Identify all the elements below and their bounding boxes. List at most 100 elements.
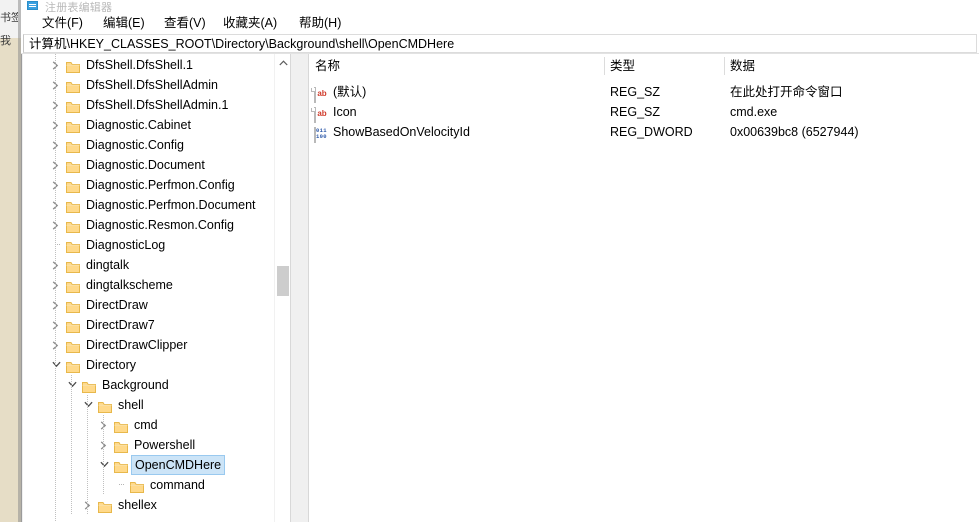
- tree-item-label[interactable]: dingtalk: [83, 255, 132, 275]
- folder-icon: [66, 282, 80, 293]
- tree-expand-toggle[interactable]: [48, 295, 64, 315]
- tree-item-label[interactable]: Diagnostic.Document: [83, 155, 208, 175]
- tree-item[interactable]: DirectDrawClipper: [23, 335, 274, 355]
- tree-item-label[interactable]: Background: [99, 375, 172, 395]
- tree-item[interactable]: Diagnostic.Perfmon.Document: [23, 195, 274, 215]
- tree-item[interactable]: OpenCMDHere: [23, 455, 274, 475]
- address-bar[interactable]: 计算机\HKEY_CLASSES_ROOT\Directory\Backgrou…: [23, 34, 977, 53]
- scrollbar-thumb[interactable]: [277, 266, 289, 296]
- values-list-header[interactable]: 名称 类型 数据: [309, 54, 979, 78]
- tree-item-label-selected[interactable]: OpenCMDHere: [131, 455, 226, 475]
- tree-item[interactable]: Diagnostic.Document: [23, 155, 274, 175]
- key-tree[interactable]: DfsShell.DfsShell.1 DfsShell.DfsShellAdmi…: [23, 54, 274, 522]
- tree-item[interactable]: Diagnostic.Resmon.Config: [23, 215, 274, 235]
- tree-item[interactable]: Diagnostic.Perfmon.Config: [23, 175, 274, 195]
- tree-item[interactable]: dingtalkscheme: [23, 275, 274, 295]
- menu-edit[interactable]: 编辑(E): [97, 14, 151, 32]
- tree-item-label[interactable]: DirectDraw7: [83, 315, 158, 335]
- tree-item-label[interactable]: Diagnostic.Resmon.Config: [83, 215, 237, 235]
- tree-item[interactable]: command: [23, 475, 274, 495]
- column-header-name[interactable]: 名称: [309, 54, 610, 78]
- tree-item-label[interactable]: DfsShell.DfsShell.1: [83, 55, 196, 75]
- column-divider[interactable]: [604, 57, 605, 75]
- scroll-down-button[interactable]: [275, 505, 290, 522]
- tree-item-label[interactable]: DirectDraw: [83, 295, 151, 315]
- menu-view[interactable]: 查看(V): [158, 14, 212, 32]
- tree-item-label[interactable]: DiagnosticLog: [83, 235, 168, 255]
- column-divider[interactable]: [724, 57, 725, 75]
- pane-splitter[interactable]: [290, 54, 309, 522]
- tree-item[interactable]: DfsShell.DfsShellAdmin: [23, 75, 274, 95]
- value-row[interactable]: ab Icon REG_SZ cmd.exe: [309, 102, 979, 123]
- menu-favorites[interactable]: 收藏夹(A): [217, 14, 283, 32]
- tree-expand-toggle[interactable]: [48, 75, 64, 95]
- folder-icon: [113, 455, 129, 475]
- tree-item-label[interactable]: dingtalkscheme: [83, 275, 176, 295]
- tree-item[interactable]: shellex: [23, 495, 274, 515]
- value-row[interactable]: 011 100 ShowBasedOnVelocityId REG_DWORD 0x00…: [309, 122, 979, 143]
- tree-collapse-toggle[interactable]: [96, 455, 112, 475]
- tree-item[interactable]: DiagnosticLog: [23, 235, 274, 255]
- tree-item[interactable]: DirectDraw7: [23, 315, 274, 335]
- folder-icon: [66, 322, 80, 333]
- folder-icon: [66, 182, 80, 193]
- tree-expand-toggle[interactable]: [48, 275, 64, 295]
- tree-item[interactable]: DirectDraw: [23, 295, 274, 315]
- tree-item-label[interactable]: Diagnostic.Cabinet: [83, 115, 194, 135]
- tree-item-label[interactable]: DirectDrawClipper: [83, 335, 190, 355]
- tree-item[interactable]: cmd: [23, 415, 274, 435]
- value-row[interactable]: ab (默认) REG_SZ 在此处打开命令窗口: [309, 82, 979, 103]
- tree-expand-toggle[interactable]: [96, 415, 112, 435]
- tree-item-label[interactable]: Diagnostic.Config: [83, 135, 187, 155]
- tree-item[interactable]: Diagnostic.Cabinet: [23, 115, 274, 135]
- tree-item-label[interactable]: command: [147, 475, 208, 495]
- menu-help[interactable]: 帮助(H): [293, 14, 347, 32]
- tree-item-label[interactable]: Directory: [83, 355, 139, 375]
- menu-file[interactable]: 文件(F): [36, 14, 89, 32]
- tree-expand-toggle[interactable]: [48, 95, 64, 115]
- tree-item[interactable]: Diagnostic.Config: [23, 135, 274, 155]
- folder-icon: [66, 162, 80, 173]
- tree-item[interactable]: dingtalk: [23, 255, 274, 275]
- tree-item[interactable]: DfsShell.DfsShell.1: [23, 55, 274, 75]
- tree-item-label[interactable]: shellex: [115, 495, 160, 515]
- tree-expand-toggle[interactable]: [48, 195, 64, 215]
- tree-item-label[interactable]: cmd: [131, 415, 161, 435]
- tree-item[interactable]: shell: [23, 395, 274, 415]
- tree-expand-toggle[interactable]: [48, 315, 64, 335]
- tree-item-label[interactable]: Diagnostic.Perfmon.Config: [83, 175, 238, 195]
- tree-expand-toggle[interactable]: [48, 155, 64, 175]
- folder-icon: [65, 355, 81, 375]
- scroll-up-button[interactable]: [275, 54, 290, 71]
- tree-item[interactable]: DfsShell.DfsShellAdmin.1: [23, 95, 274, 115]
- tree-item-label[interactable]: Diagnostic.Perfmon.Document: [83, 195, 259, 215]
- tree-expand-toggle[interactable]: [48, 215, 64, 235]
- tree-expand-toggle[interactable]: [48, 335, 64, 355]
- tree-item[interactable]: Powershell: [23, 435, 274, 455]
- tree-collapse-toggle[interactable]: [64, 375, 80, 395]
- tree-expand-toggle[interactable]: [80, 495, 96, 515]
- tree-expand-toggle[interactable]: [48, 255, 64, 275]
- tree-item-label[interactable]: shell: [115, 395, 147, 415]
- tree-item[interactable]: Directory: [23, 355, 274, 375]
- column-header-type[interactable]: 类型: [604, 54, 730, 78]
- tree-collapse-toggle[interactable]: [80, 395, 96, 415]
- tree-item-label[interactable]: DfsShell.DfsShellAdmin: [83, 75, 221, 95]
- folder-icon: [65, 275, 81, 295]
- tree-expand-toggle[interactable]: [48, 135, 64, 155]
- title-bar[interactable]: 注册表编辑器: [21, 0, 979, 12]
- tree-item-label[interactable]: Powershell: [131, 435, 198, 455]
- tree-expand-toggle[interactable]: [48, 175, 64, 195]
- tree-item[interactable]: Background: [23, 375, 274, 395]
- tree-expand-toggle[interactable]: [96, 435, 112, 455]
- tree-expand-toggle[interactable]: [48, 115, 64, 135]
- value-name: ShowBasedOnVelocityId: [333, 125, 470, 139]
- tree-vertical-scrollbar[interactable]: [274, 54, 290, 522]
- folder-icon: [114, 422, 128, 433]
- tree-item-label[interactable]: DfsShell.DfsShellAdmin.1: [83, 95, 231, 115]
- background-window[interactable]: 书签 我: [0, 0, 21, 522]
- tree-collapse-toggle[interactable]: [48, 355, 64, 375]
- tree-expand-toggle[interactable]: [48, 55, 64, 75]
- column-header-data[interactable]: 数据: [724, 54, 979, 78]
- folder-icon: [66, 62, 80, 73]
